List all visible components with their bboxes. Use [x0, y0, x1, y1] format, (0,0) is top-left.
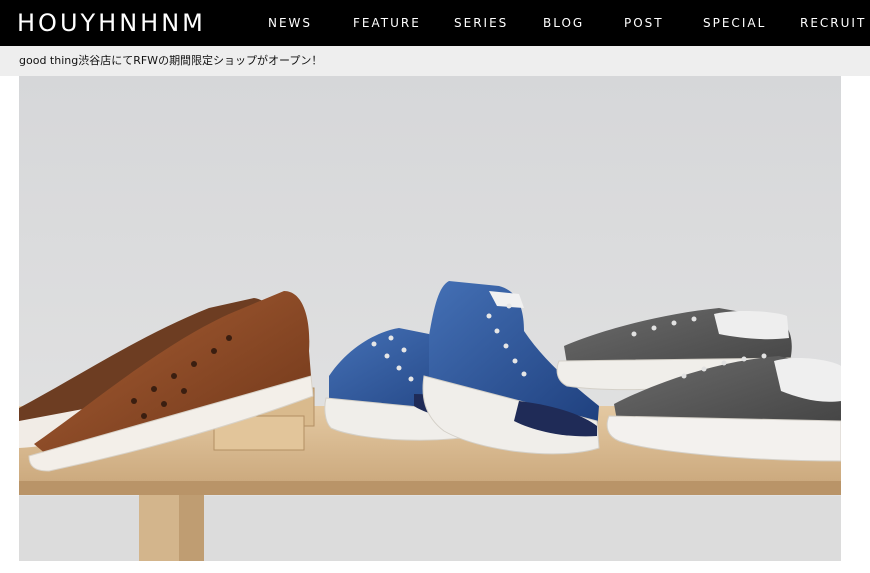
main-nav: NEWS FEATURE SERIES BLOG POST SPECIAL RE…: [0, 0, 870, 46]
news-ticker: good thing渋谷店にてRFWの期間限定ショップがオープン！: [0, 46, 870, 76]
sneakers-on-shelf-photo: [19, 76, 841, 561]
ticker-headline-link[interactable]: good thing渋谷店にてRFWの期間限定ショップがオープン！: [19, 54, 322, 68]
nav-item-recruit[interactable]: RECRUIT: [800, 16, 866, 30]
nav-item-post[interactable]: POST: [624, 16, 664, 30]
site-header: HOUYHNHNM NEWS FEATURE SERIES BLOG POST …: [0, 0, 870, 46]
nav-item-series[interactable]: SERIES: [454, 16, 508, 30]
hero-image[interactable]: [19, 76, 841, 561]
nav-item-feature[interactable]: FEATURE: [353, 16, 421, 30]
nav-item-news[interactable]: NEWS: [268, 16, 312, 30]
nav-item-blog[interactable]: BLOG: [543, 16, 584, 30]
nav-item-special[interactable]: SPECIAL: [703, 16, 766, 30]
